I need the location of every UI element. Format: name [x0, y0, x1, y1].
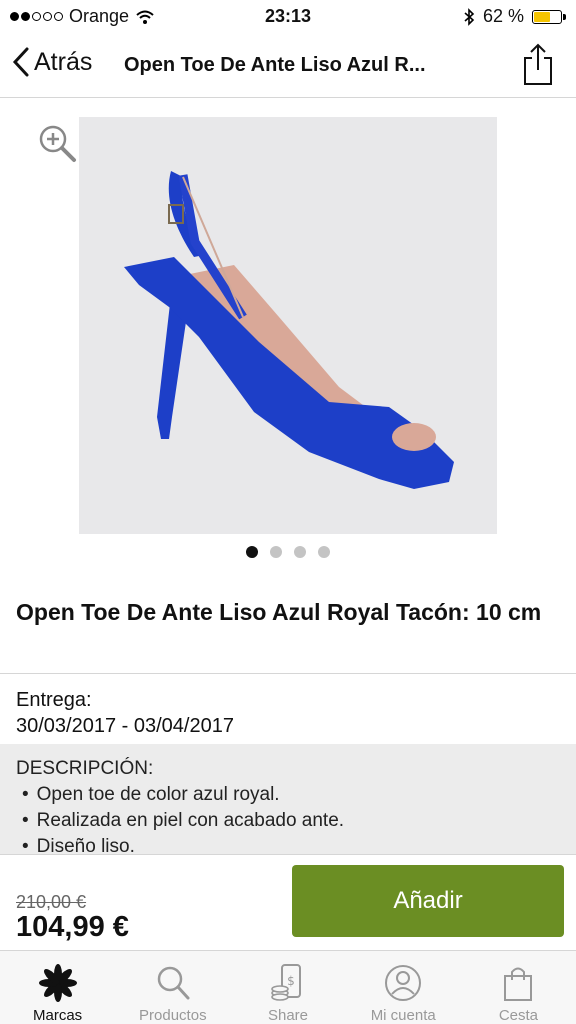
- description-section[interactable]: DESCRIPCIÓN: Open toe de color azul roya…: [0, 744, 576, 854]
- tab-label: Productos: [139, 1007, 207, 1024]
- search-icon: [157, 966, 190, 1000]
- add-to-cart-button[interactable]: Añadir: [292, 865, 564, 937]
- tab-bar: Marcas Productos $ Share Mi cuenta Cesta: [0, 950, 576, 1024]
- gallery-dot[interactable]: [318, 546, 330, 558]
- current-price: 104,99 €: [16, 911, 129, 943]
- back-label: Atrás: [34, 47, 93, 76]
- battery-percent: 62 %: [482, 6, 524, 26]
- battery-level: [534, 11, 551, 22]
- page-title: Open Toe De Ante Liso Azul R...: [124, 54, 426, 76]
- description-list: Open toe de color azul royal. Realizada …: [16, 782, 560, 854]
- gallery-dot[interactable]: [294, 546, 306, 558]
- share-button[interactable]: [522, 42, 554, 91]
- back-button[interactable]: Atrás: [12, 46, 92, 78]
- description-heading: DESCRIPCIÓN:: [16, 758, 154, 779]
- list-item: Open toe de color azul royal.: [16, 782, 560, 808]
- user-icon: [385, 965, 422, 1001]
- list-item: Realizada en piel con acabado ante.: [16, 808, 560, 834]
- delivery-label: Entrega:: [16, 689, 92, 711]
- battery-icon: [532, 9, 566, 24]
- navigation-bar: Atrás Open Toe De Ante Liso Azul R...: [0, 32, 576, 98]
- tab-mi-cuenta[interactable]: Mi cuenta: [346, 951, 461, 1024]
- product-title: Open Toe De Ante Liso Azul Royal Tacón: …: [16, 599, 542, 625]
- delivery-info: Entrega: 30/03/2017 - 03/04/2017: [16, 687, 234, 739]
- phone-coins-icon: $: [271, 964, 301, 1001]
- delivery-dates: 30/03/2017 - 03/04/2017: [16, 715, 234, 737]
- divider: [0, 673, 576, 674]
- chevron-left-icon: [12, 47, 29, 77]
- tab-marcas[interactable]: Marcas: [0, 951, 115, 1024]
- gallery-dot[interactable]: [270, 546, 282, 558]
- svg-text:$: $: [287, 974, 295, 988]
- list-item: Diseño liso.: [16, 834, 560, 854]
- gallery-dot[interactable]: [246, 546, 258, 558]
- tab-productos[interactable]: Productos: [115, 951, 230, 1024]
- gallery-pagination: [0, 546, 576, 558]
- tab-label: Cesta: [498, 1007, 538, 1024]
- product-image[interactable]: [79, 117, 497, 534]
- price-bar: 210,00 € 104,99 € Añadir: [0, 854, 576, 950]
- original-price: 210,00 €: [16, 892, 87, 912]
- battery-info: 62 %: [463, 6, 566, 27]
- tab-label: Marcas: [33, 1007, 83, 1024]
- tab-label: Mi cuenta: [370, 1007, 436, 1024]
- shoe-image: [124, 171, 454, 489]
- tab-share[interactable]: $ Share: [230, 951, 345, 1024]
- tab-label: Share: [267, 1007, 309, 1024]
- zoom-button[interactable]: [38, 124, 78, 169]
- zoom-in-icon: [39, 125, 76, 162]
- status-bar: Orange 23:13 62 %: [0, 0, 576, 32]
- share-icon: [524, 43, 552, 85]
- bag-icon: [504, 967, 533, 1001]
- tab-cesta[interactable]: Cesta: [461, 951, 576, 1024]
- bluetooth-icon: [464, 7, 475, 26]
- flower-icon: [38, 964, 77, 1002]
